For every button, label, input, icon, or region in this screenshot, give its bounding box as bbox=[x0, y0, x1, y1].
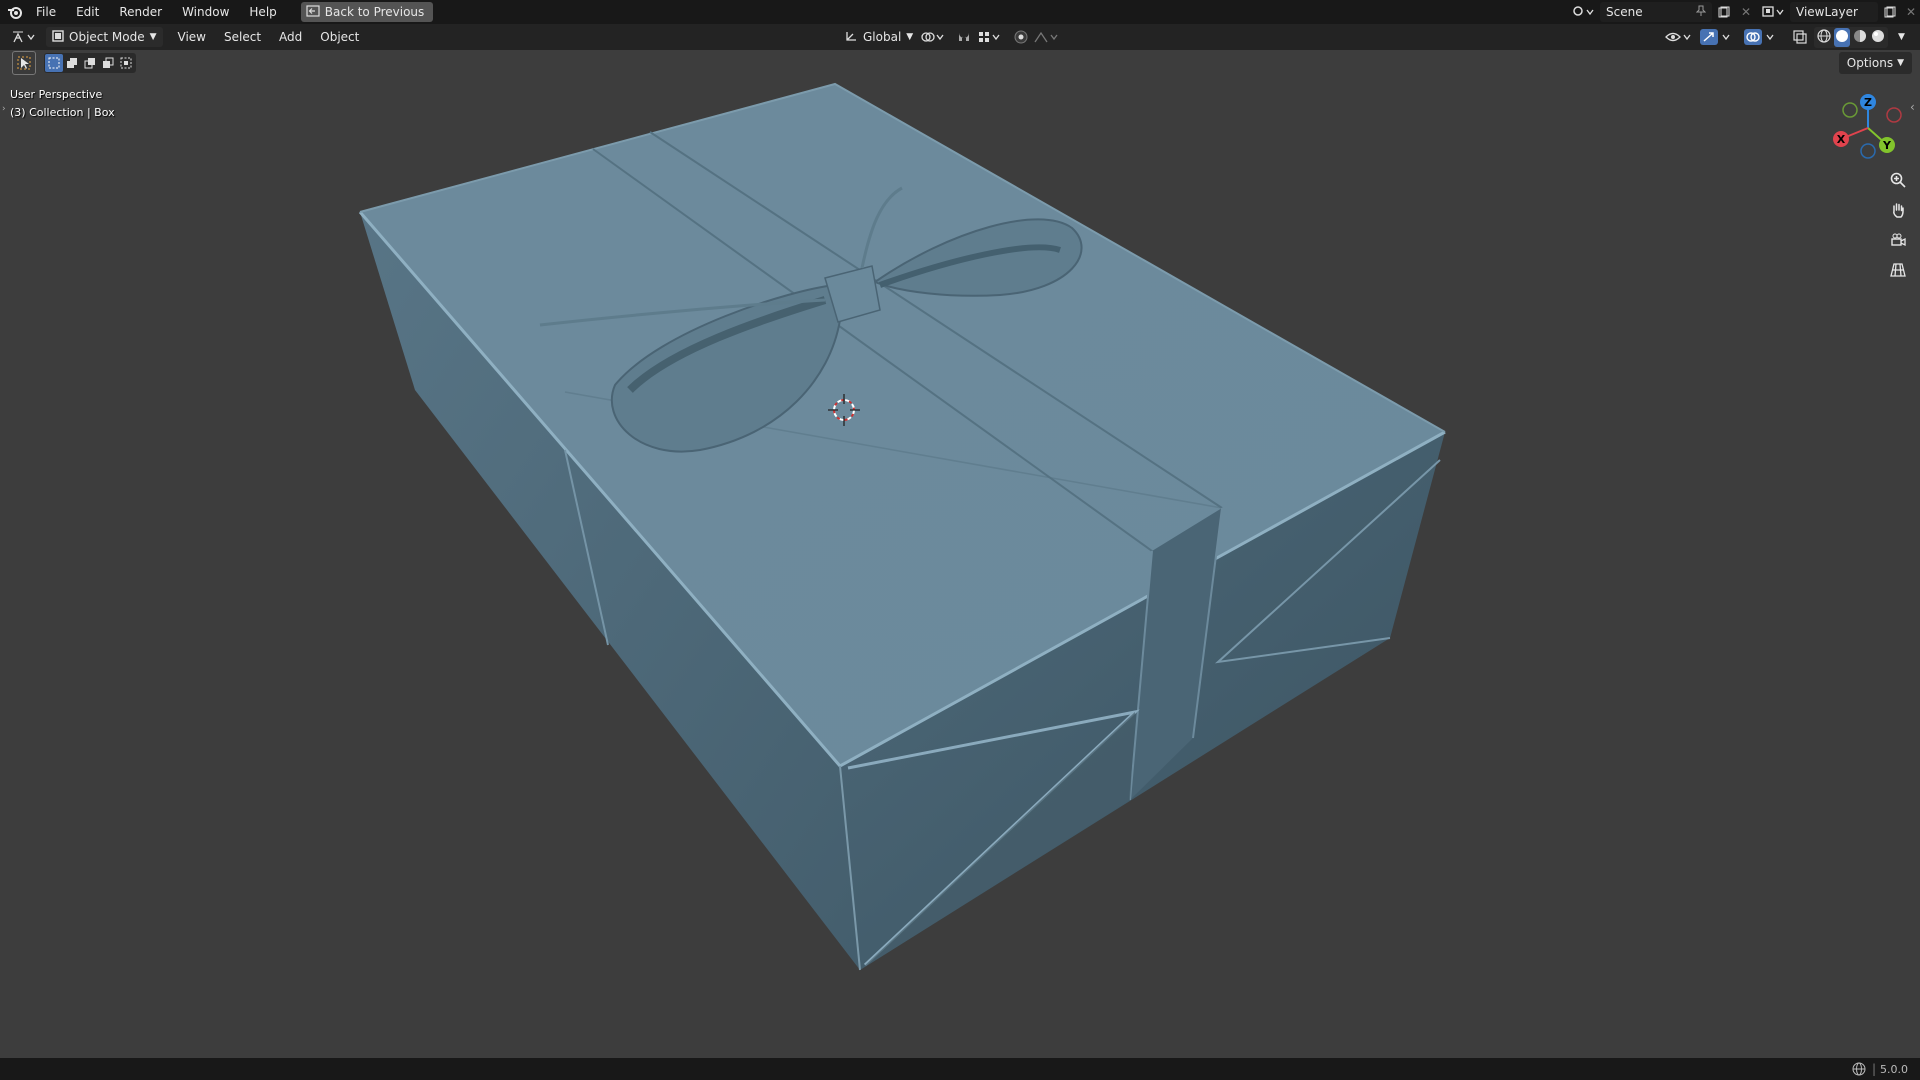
snap-target-icon[interactable] bbox=[978, 30, 1002, 44]
perspective-label: User Perspective bbox=[10, 88, 103, 101]
menu-edit[interactable]: Edit bbox=[66, 0, 109, 24]
expand-arrow-icon[interactable]: › bbox=[2, 104, 6, 114]
wireframe-shading-icon[interactable] bbox=[1816, 28, 1832, 47]
scene-name: Scene bbox=[1606, 5, 1643, 19]
menu-add[interactable]: Add bbox=[270, 26, 311, 48]
select-new-icon[interactable] bbox=[45, 54, 63, 72]
viewport-header: Object Mode ▼ View Select Add Object Glo… bbox=[0, 24, 1920, 50]
bow-knot bbox=[824, 265, 881, 323]
camera-view-icon[interactable] bbox=[1886, 228, 1910, 252]
new-view-layer-icon[interactable] bbox=[1878, 6, 1902, 18]
scene-selector-icon[interactable] bbox=[1566, 5, 1600, 19]
object-mode-dropdown[interactable]: Object Mode ▼ bbox=[46, 27, 163, 47]
orientation-icon bbox=[844, 30, 858, 45]
view-layer-field[interactable]: ViewLayer bbox=[1790, 2, 1878, 22]
gizmo-x-label: X bbox=[1837, 133, 1846, 146]
material-preview-shading-icon[interactable] bbox=[1852, 28, 1868, 47]
shading-mode-group bbox=[1814, 26, 1888, 48]
collection-object-label: (3) Collection | Box bbox=[10, 106, 115, 119]
select-invert-icon[interactable] bbox=[99, 54, 117, 72]
transform-orientation-label: Global bbox=[863, 30, 902, 44]
zoom-icon[interactable] bbox=[1886, 168, 1910, 192]
visibility-selector-icon[interactable] bbox=[1664, 30, 1694, 44]
box-left-face bbox=[360, 212, 860, 970]
pivot-point-icon[interactable] bbox=[920, 30, 946, 44]
menu-object[interactable]: Object bbox=[311, 26, 368, 48]
back-icon bbox=[306, 4, 320, 20]
gizmo-toggle-icon[interactable] bbox=[1700, 29, 1734, 45]
box-top-face bbox=[360, 84, 1445, 766]
menu-view[interactable]: View bbox=[169, 26, 215, 48]
bow-right-loop bbox=[872, 218, 1083, 297]
back-to-previous-label: Back to Previous bbox=[324, 5, 425, 19]
bow-left-loop bbox=[610, 283, 842, 453]
menu-file[interactable]: File bbox=[26, 0, 66, 24]
navigation-gizmo[interactable]: Z Y X bbox=[1828, 88, 1908, 168]
ribbon-band-top bbox=[592, 131, 1223, 552]
viewport-info: User Perspective (3) Collection | Box bbox=[10, 86, 115, 122]
ribbon-band-side bbox=[1130, 508, 1222, 800]
transform-orientation-dropdown[interactable]: Global ▼ bbox=[838, 27, 919, 47]
tool-row bbox=[0, 50, 136, 76]
view-layer-name: ViewLayer bbox=[1796, 5, 1858, 19]
shading-options-chevron-icon[interactable]: ▼ bbox=[1898, 32, 1905, 42]
solid-shading-icon[interactable] bbox=[1834, 27, 1850, 47]
bow-tail-left bbox=[539, 298, 826, 327]
select-tool-icon[interactable] bbox=[12, 51, 36, 75]
pin-icon[interactable] bbox=[1695, 5, 1707, 20]
menu-render[interactable]: Render bbox=[109, 0, 172, 24]
proportional-falloff-icon[interactable] bbox=[1034, 30, 1060, 44]
object-mode-label: Object Mode bbox=[69, 30, 145, 44]
box-right-face bbox=[840, 432, 1445, 970]
version-label: 5.0.0 bbox=[1880, 1062, 1908, 1076]
proportional-editing-icon[interactable] bbox=[1014, 30, 1028, 44]
delete-view-layer-icon[interactable]: ✕ bbox=[1902, 5, 1920, 19]
rendered-shading-icon[interactable] bbox=[1870, 28, 1886, 47]
scene-name-field[interactable]: Scene bbox=[1600, 2, 1712, 22]
network-icon bbox=[1852, 1062, 1866, 1076]
top-right-group: Scene ✕ ViewLayer ✕ bbox=[1566, 0, 1920, 24]
box-fold-bottom bbox=[847, 709, 1140, 967]
delete-scene-icon[interactable]: ✕ bbox=[1736, 5, 1756, 19]
editor-type-icon[interactable] bbox=[12, 30, 40, 44]
top-bar: File Edit Render Window Help Back to Pre… bbox=[0, 0, 1920, 24]
xray-toggle-icon[interactable] bbox=[1792, 29, 1808, 45]
status-divider: | bbox=[1871, 1062, 1876, 1076]
select-extend-icon[interactable] bbox=[63, 54, 81, 72]
overlays-toggle-icon[interactable] bbox=[1744, 29, 1778, 45]
view-layer-selector-icon[interactable] bbox=[1756, 5, 1790, 19]
3d-cursor-icon bbox=[828, 394, 860, 426]
options-label: Options bbox=[1846, 56, 1894, 70]
gizmo-z-label: Z bbox=[1864, 96, 1872, 109]
object-mode-icon bbox=[52, 29, 64, 45]
gizmo-y-label: Y bbox=[1882, 139, 1892, 152]
navigation-buttons bbox=[1886, 168, 1910, 282]
snap-toggle-icon[interactable] bbox=[956, 30, 972, 44]
selection-mode-group bbox=[44, 53, 136, 73]
menu-window[interactable]: Window bbox=[172, 0, 239, 24]
back-to-previous-button[interactable]: Back to Previous bbox=[300, 2, 434, 22]
menu-select[interactable]: Select bbox=[215, 26, 270, 48]
options-dropdown[interactable]: Options ▼ bbox=[1838, 52, 1912, 74]
status-bar: | 5.0.0 bbox=[0, 1058, 1920, 1080]
bow-tail-back bbox=[860, 186, 903, 269]
box-fold-right bbox=[1214, 459, 1441, 664]
chevron-down-icon: ▼ bbox=[149, 32, 157, 42]
menu-help[interactable]: Help bbox=[239, 0, 286, 24]
select-subtract-icon[interactable] bbox=[81, 54, 99, 72]
sidebar-toggle-icon[interactable]: ‹ bbox=[1910, 100, 1915, 114]
chevron-down-icon: ▼ bbox=[1897, 58, 1904, 68]
gift-box-object[interactable] bbox=[0, 0, 1920, 1080]
new-scene-icon[interactable] bbox=[1712, 6, 1736, 18]
pan-hand-icon[interactable] bbox=[1886, 198, 1910, 222]
chevron-down-icon: ▼ bbox=[906, 32, 914, 42]
blender-logo-icon[interactable] bbox=[4, 0, 26, 24]
perspective-toggle-icon[interactable] bbox=[1886, 258, 1910, 282]
select-intersect-icon[interactable] bbox=[117, 54, 135, 72]
